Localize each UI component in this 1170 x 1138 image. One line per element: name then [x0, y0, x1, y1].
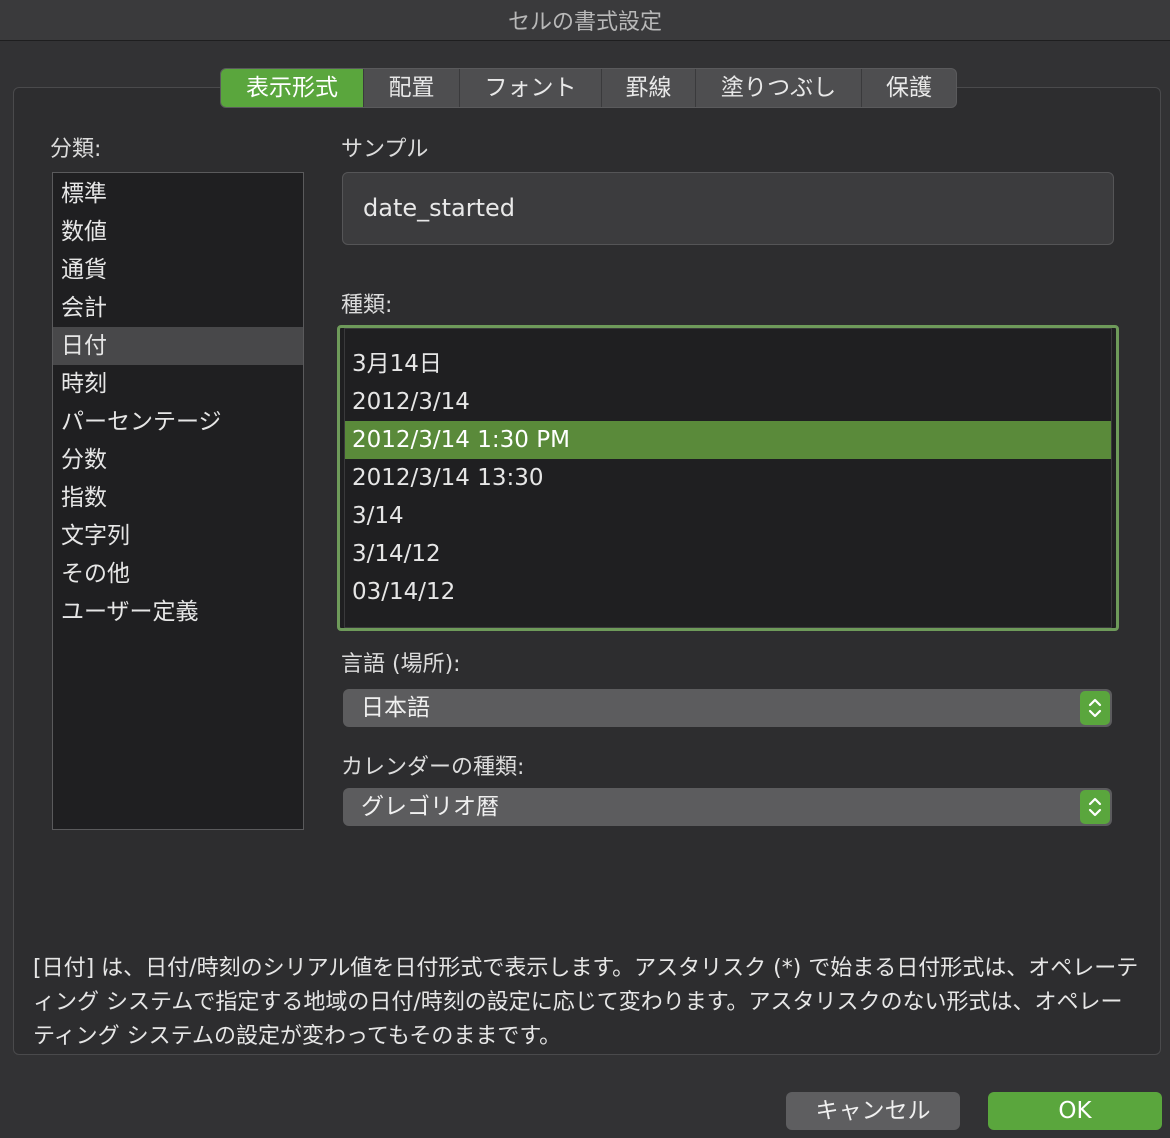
- tab-alignment[interactable]: 配置: [363, 69, 459, 107]
- category-item-time[interactable]: 時刻: [53, 365, 303, 403]
- tab-font[interactable]: フォント: [459, 69, 601, 107]
- chevron-updown-icon: [1080, 691, 1110, 725]
- category-item-special[interactable]: その他: [53, 555, 303, 593]
- type-list[interactable]: 3月14日 2012/3/14 2012/3/14 1:30 PM 2012/3…: [337, 325, 1119, 631]
- locale-value: 日本語: [361, 695, 430, 721]
- locale-select[interactable]: 日本語: [343, 689, 1112, 727]
- tab-number-format[interactable]: 表示形式: [221, 69, 363, 107]
- type-item[interactable]: 2012/3/14 13:30: [345, 459, 1111, 497]
- type-item[interactable]: 03/14/12: [345, 573, 1111, 611]
- description-text: [日付] は、日付/時刻のシリアル値を日付形式で表示します。アスタリスク (*)…: [33, 956, 1139, 1049]
- category-item-number[interactable]: 数値: [53, 213, 303, 251]
- category-item-percentage[interactable]: パーセンテージ: [53, 403, 303, 441]
- tab-border[interactable]: 罫線: [601, 69, 695, 107]
- category-label: 分類:: [50, 137, 102, 162]
- chevron-updown-icon: [1080, 790, 1110, 824]
- sample-preview: date_started: [342, 172, 1114, 245]
- window-title: セルの書式設定: [0, 0, 1170, 41]
- tab-fill[interactable]: 塗りつぶし: [695, 69, 861, 107]
- category-item-general[interactable]: 標準: [53, 175, 303, 213]
- calendar-value: グレゴリオ暦: [361, 794, 499, 820]
- locale-label: 言語 (場所):: [341, 652, 461, 677]
- ok-button[interactable]: OK: [988, 1092, 1162, 1130]
- type-item[interactable]: 3/14: [345, 497, 1111, 535]
- type-item[interactable]: 3月14日: [345, 345, 1111, 383]
- category-item-date[interactable]: 日付: [53, 327, 303, 365]
- type-list-viewport: 3月14日 2012/3/14 2012/3/14 1:30 PM 2012/3…: [344, 328, 1112, 628]
- tab-bar: 表示形式 配置 フォント 罫線 塗りつぶし 保護: [220, 68, 957, 108]
- category-item-text[interactable]: 文字列: [53, 517, 303, 555]
- category-list[interactable]: 標準 数値 通貨 会計 日付 時刻 パーセンテージ 分数 指数 文字列 その他 …: [52, 172, 304, 830]
- calendar-select[interactable]: グレゴリオ暦: [343, 788, 1112, 826]
- type-item[interactable]: 3/14/12: [345, 535, 1111, 573]
- tab-protection[interactable]: 保護: [861, 69, 956, 107]
- category-item-fraction[interactable]: 分数: [53, 441, 303, 479]
- cancel-button[interactable]: キャンセル: [786, 1092, 960, 1130]
- type-item[interactable]: 2012/3/14: [345, 383, 1111, 421]
- type-item-selected[interactable]: 2012/3/14 1:30 PM: [345, 421, 1111, 459]
- type-label: 種類:: [341, 293, 393, 318]
- category-item-scientific[interactable]: 指数: [53, 479, 303, 517]
- category-item-currency[interactable]: 通貨: [53, 251, 303, 289]
- calendar-label: カレンダーの種類:: [341, 755, 525, 780]
- sample-label: サンプル: [341, 137, 429, 162]
- category-item-accounting[interactable]: 会計: [53, 289, 303, 327]
- category-item-custom[interactable]: ユーザー定義: [53, 593, 303, 631]
